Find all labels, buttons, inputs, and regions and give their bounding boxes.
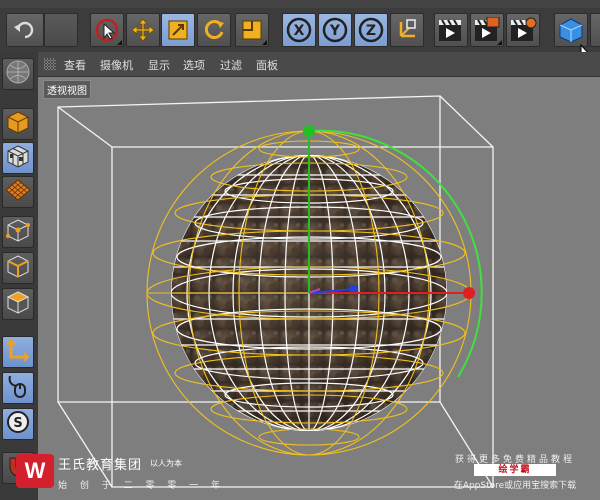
z-axis-lock-button[interactable]: Z bbox=[354, 13, 388, 47]
y-axis-lock-button[interactable]: Y bbox=[318, 13, 352, 47]
points-mode-icon bbox=[6, 218, 30, 246]
polygons-mode-button[interactable] bbox=[2, 288, 34, 320]
texture-mode-button[interactable] bbox=[2, 142, 34, 174]
menu-filter[interactable]: 过滤 bbox=[220, 57, 242, 73]
brand-name: 王氏教育集团 bbox=[58, 458, 143, 473]
scale-icon bbox=[167, 19, 189, 41]
y-axis-icon: Y bbox=[322, 17, 348, 43]
menu-cameras[interactable]: 摄像机 bbox=[100, 57, 133, 73]
tweak-mode-icon bbox=[6, 374, 30, 402]
svg-text:S: S bbox=[13, 416, 22, 431]
workplane-icon bbox=[5, 179, 31, 205]
menu-view[interactable]: 查看 bbox=[64, 57, 86, 73]
make-editable-button[interactable] bbox=[2, 58, 34, 90]
brand-tagline: 始 创 于 二 零 零 一 年 bbox=[58, 481, 226, 491]
perspective-viewport[interactable]: 透视视图 bbox=[38, 77, 600, 500]
menu-options[interactable]: 选项 bbox=[183, 57, 205, 73]
texture-mode-icon bbox=[6, 144, 30, 172]
cube-primitive-button[interactable] bbox=[554, 13, 588, 47]
snap-mode-icon: S bbox=[6, 410, 30, 438]
move-button[interactable] bbox=[126, 13, 160, 47]
promo-badge: 绘学霸 bbox=[474, 464, 556, 476]
snap-icon bbox=[241, 19, 263, 41]
x-axis-lock-button[interactable]: X bbox=[282, 13, 316, 47]
render-settings-button[interactable] bbox=[506, 13, 540, 47]
axis-mode-icon bbox=[6, 338, 30, 366]
left-tool-palette: S bbox=[0, 52, 38, 500]
rotate-button[interactable] bbox=[197, 13, 231, 47]
watermark-left: W 王氏教育集团 以人为本 始 创 于 二 零 零 一 年 bbox=[10, 446, 220, 496]
snap-button[interactable] bbox=[235, 13, 269, 47]
menu-display[interactable]: 显示 bbox=[148, 57, 170, 73]
z-axis-icon: Z bbox=[358, 17, 384, 43]
panel-grip-icon[interactable] bbox=[44, 58, 56, 70]
svg-text:X: X bbox=[294, 23, 305, 39]
svg-text:Z: Z bbox=[366, 23, 376, 39]
snapping-button[interactable]: S bbox=[2, 408, 34, 440]
viewport-menu-bar: 查看 摄像机 显示 选项 过滤 面板 bbox=[38, 52, 600, 77]
enable-axis-button[interactable] bbox=[2, 336, 34, 368]
undo-button[interactable] bbox=[6, 13, 44, 47]
undo-icon bbox=[14, 21, 36, 39]
edges-mode-icon bbox=[6, 254, 30, 282]
scale-button[interactable] bbox=[161, 13, 195, 47]
brand-slogan: 以人为本 bbox=[150, 459, 182, 468]
main-toolbar: X Y Z bbox=[0, 8, 600, 53]
svg-text:Y: Y bbox=[329, 23, 341, 39]
tweak-mode-button[interactable] bbox=[2, 372, 34, 404]
render-view-icon bbox=[437, 17, 465, 43]
redo-button[interactable] bbox=[44, 13, 78, 47]
watermark-right: 获得更多免费精品教程 绘学霸 在AppStore或应用宝搜索下载 bbox=[444, 452, 586, 496]
workplane-mode-button[interactable] bbox=[2, 176, 34, 208]
menu-panel[interactable]: 面板 bbox=[256, 57, 278, 73]
rotate-icon bbox=[202, 18, 226, 42]
edges-mode-button[interactable] bbox=[2, 252, 34, 284]
model-mode-button[interactable] bbox=[2, 108, 34, 140]
cube-primitive-icon bbox=[558, 17, 584, 43]
live-selection-button[interactable] bbox=[90, 13, 124, 47]
coordinate-system-icon bbox=[395, 18, 419, 42]
render-picture-viewer-button[interactable] bbox=[470, 13, 504, 47]
move-icon bbox=[131, 18, 155, 42]
coordinate-system-button[interactable] bbox=[390, 13, 424, 47]
main-menu-bar[interactable] bbox=[0, 0, 600, 8]
viewport-title[interactable]: 透视视图 bbox=[43, 80, 91, 99]
polygons-mode-icon bbox=[6, 290, 30, 318]
brand-logo: W bbox=[16, 454, 54, 488]
render-settings-icon bbox=[509, 17, 537, 43]
sphere-object-icon bbox=[5, 59, 31, 89]
pen-tool-button[interactable] bbox=[590, 13, 600, 47]
promo-download: 在AppStore或应用宝搜索下载 bbox=[453, 481, 577, 491]
x-axis-icon: X bbox=[286, 17, 312, 43]
points-mode-button[interactable] bbox=[2, 216, 34, 248]
render-view-button[interactable] bbox=[434, 13, 468, 47]
model-mode-icon bbox=[6, 110, 30, 138]
viewport-scene bbox=[57, 95, 494, 488]
